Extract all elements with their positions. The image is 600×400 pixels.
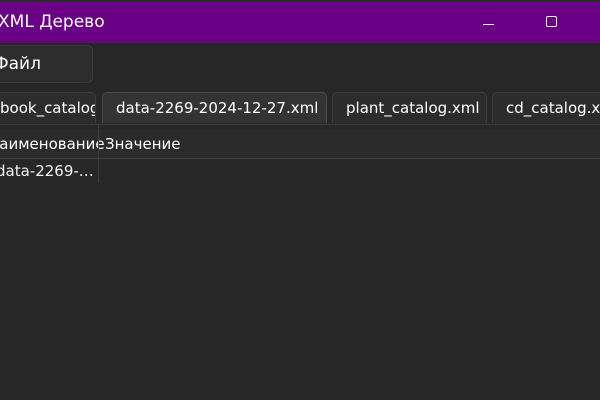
minimize-icon bbox=[483, 24, 494, 25]
tab-bar: book_catalog.xml data-2269-2024-12-27.xm… bbox=[0, 90, 600, 124]
tree-row[interactable]: data-2269-… bbox=[0, 159, 600, 183]
maximize-icon bbox=[546, 16, 557, 27]
tab-label: book_catalog.xml bbox=[0, 99, 95, 117]
tab-label: cd_catalog.xml bbox=[506, 99, 600, 117]
file-menu-label: Файл bbox=[0, 54, 41, 74]
tab-label: data-2269-2024-12-27.xml bbox=[116, 99, 319, 117]
xml-tree-view[interactable]: Наименование Значение data-2269-… bbox=[0, 124, 600, 400]
app-window: XML Дерево Файл book_catalog.xml data-22… bbox=[0, 0, 600, 400]
tab-cd-catalog[interactable]: cd_catalog.xml bbox=[492, 92, 600, 123]
file-menu-button[interactable]: Файл bbox=[0, 45, 93, 83]
column-header-name[interactable]: Наименование bbox=[0, 130, 105, 158]
maximize-button[interactable] bbox=[530, 2, 576, 43]
title-bar[interactable]: XML Дерево bbox=[0, 0, 600, 43]
minimize-button[interactable] bbox=[466, 2, 512, 43]
tab-book-catalog[interactable]: book_catalog.xml bbox=[0, 92, 96, 123]
tab-data-2269[interactable]: data-2269-2024-12-27.xml bbox=[102, 92, 327, 123]
tab-plant-catalog[interactable]: plant_catalog.xml bbox=[332, 92, 487, 123]
window-title: XML Дерево bbox=[0, 12, 105, 32]
menu-bar: Файл bbox=[0, 43, 600, 90]
column-header-value[interactable]: Значение bbox=[105, 130, 181, 158]
tree-header: Наименование Значение bbox=[0, 130, 600, 159]
tree-row-name: data-2269-… bbox=[0, 162, 92, 180]
tab-label: plant_catalog.xml bbox=[346, 99, 480, 117]
